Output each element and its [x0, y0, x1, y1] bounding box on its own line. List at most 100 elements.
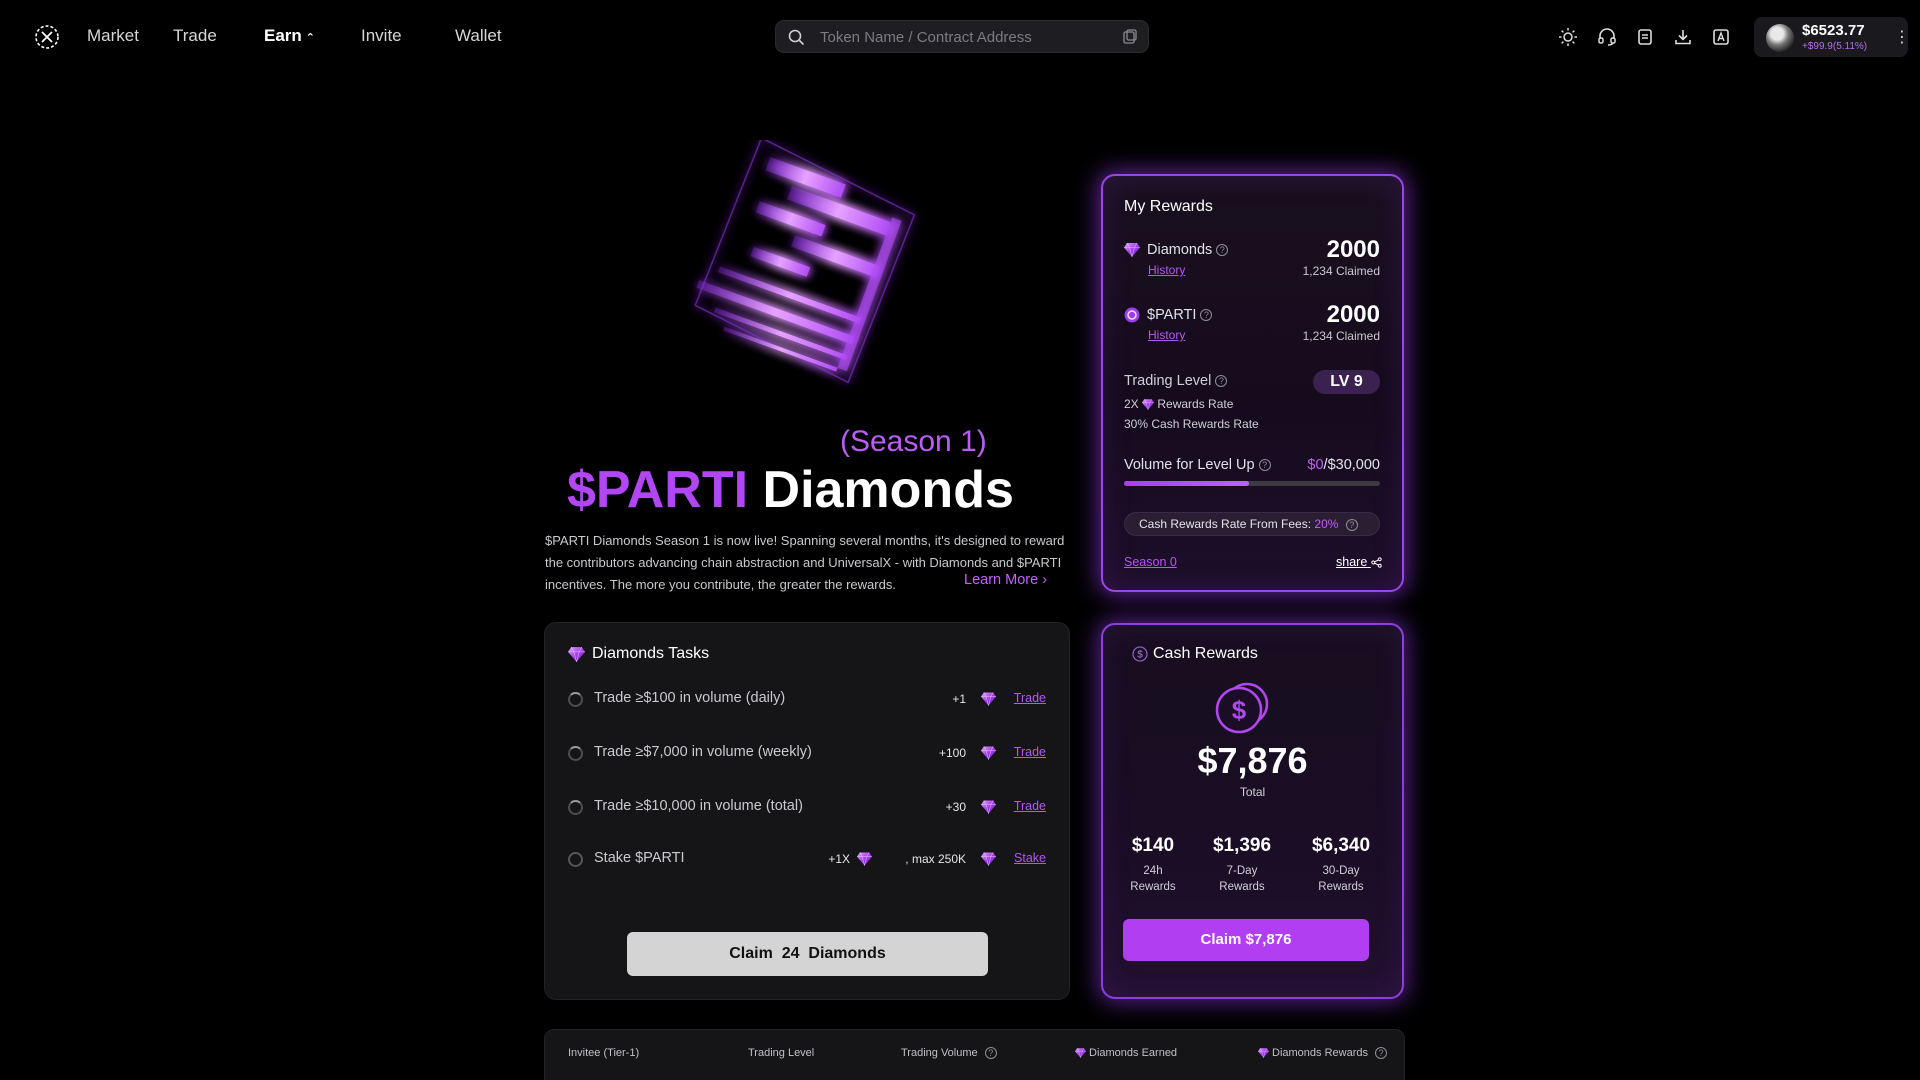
- cash-fee-value: 20%: [1314, 517, 1339, 531]
- parti-history-link[interactable]: History: [1148, 328, 1185, 342]
- task-points: +100: [938, 746, 966, 760]
- task-trade-link[interactable]: Trade: [1014, 745, 1046, 759]
- cash-stat-label-1: 30-Day: [1322, 865, 1360, 877]
- trading-level-text: Trading Level: [1124, 373, 1212, 389]
- paste-icon[interactable]: [1122, 29, 1138, 45]
- tasks-title: Diamonds Tasks: [592, 645, 710, 662]
- nav-wallet[interactable]: Wallet: [455, 26, 502, 46]
- cash-stat-label: 30-Day Rewards: [1296, 863, 1386, 895]
- diamonds-value: 2000: [1326, 236, 1380, 263]
- my-rewards-title: My Rewards: [1124, 198, 1213, 215]
- parti-claimed: 1,234 Claimed: [1302, 329, 1380, 343]
- cash-stat-label: 24h Rewards: [1108, 863, 1198, 895]
- sun-icon[interactable]: [1558, 27, 1578, 47]
- claim-prefix: Claim: [729, 945, 773, 962]
- chevron-up-icon: ⌃: [305, 32, 316, 44]
- logo-icon[interactable]: [34, 24, 60, 50]
- diamond-icon: [981, 800, 996, 814]
- share-label: share: [1336, 555, 1368, 569]
- volume-current: $0: [1307, 457, 1324, 473]
- diamond-glow-art: [694, 140, 916, 384]
- cash-rewards-rate: 30% Cash Rewards Rate: [1124, 417, 1259, 431]
- search-bar[interactable]: [775, 20, 1149, 53]
- share-link[interactable]: share: [1336, 555, 1382, 569]
- diamond-icon: [1075, 1048, 1086, 1058]
- task-status-icon: [568, 692, 583, 707]
- task-text: Trade ≥$100 in volume (daily): [594, 690, 786, 706]
- diamond-icon: [1258, 1048, 1269, 1058]
- cash-stat-24h: $140 24h Rewards: [1108, 835, 1198, 895]
- task-points: +1X: [828, 852, 850, 866]
- nav-market[interactable]: Market: [87, 26, 139, 46]
- cash-stat-label-2: Rewards: [1219, 881, 1265, 893]
- svg-text:$: $: [1137, 650, 1143, 661]
- wallet-change: +$99.9(5.11%): [1802, 41, 1868, 52]
- nav-earn[interactable]: Earn ⌃: [264, 26, 315, 46]
- learn-more-label: Learn More: [964, 572, 1039, 588]
- claim-cash-button[interactable]: Claim $7,876: [1123, 919, 1369, 961]
- dollar-coins-icon: $: [1215, 682, 1269, 734]
- diamonds-history-link[interactable]: History: [1148, 263, 1185, 277]
- level-badge: LV 9: [1313, 370, 1380, 394]
- rewards-rate-suffix: Rewards Rate: [1157, 397, 1234, 411]
- th-invitee: Invitee (Tier-1): [568, 1047, 640, 1059]
- trading-level-label: Trading Level?: [1124, 373, 1228, 389]
- chevron-right-icon: ›: [1042, 572, 1048, 588]
- task-text: Trade ≥$10,000 in volume (total): [594, 798, 803, 814]
- wallet-balance: $6523.77: [1802, 22, 1865, 39]
- th-diamonds-earned: Diamonds Earned: [1075, 1047, 1177, 1059]
- task-trade-link[interactable]: Trade: [1014, 691, 1046, 705]
- help-icon[interactable]: ?: [1345, 518, 1358, 531]
- volume-level-up-label: Volume for Level Up?: [1124, 457, 1271, 473]
- volume-value: $0/$30,000: [1270, 457, 1380, 473]
- diamond-icon: [1124, 243, 1140, 257]
- th-trading-level: Trading Level: [748, 1047, 815, 1059]
- volume-progress-bar: [1124, 481, 1380, 486]
- parti-label: $PARTI?: [1147, 307, 1213, 323]
- task-row: Trade ≥$100 in volume (daily) +1 Trade: [568, 689, 1046, 711]
- diamond-icon: [981, 852, 996, 866]
- cash-stat-label-1: 7-Day: [1226, 865, 1258, 877]
- th-diamonds-rewards-label: Diamonds Rewards: [1272, 1047, 1368, 1059]
- cash-stat-value: $140: [1131, 835, 1175, 856]
- season0-link[interactable]: Season 0: [1124, 555, 1177, 569]
- avatar: [1766, 24, 1794, 52]
- nav-invite[interactable]: Invite: [361, 26, 402, 46]
- task-text: Stake $PARTI: [594, 850, 685, 866]
- cash-stat-label-2: Rewards: [1130, 881, 1176, 893]
- parti-token-icon: [1124, 307, 1140, 323]
- task-status-icon: [568, 800, 583, 815]
- dollar-coin-icon: $: [1132, 646, 1148, 662]
- more-menu-icon[interactable]: ⋮: [1894, 27, 1910, 47]
- cash-rewards-title: Cash Rewards: [1153, 645, 1258, 662]
- volume-target: /$30,000: [1323, 457, 1380, 473]
- search-input[interactable]: [820, 27, 1090, 48]
- task-trade-link[interactable]: Trade: [1014, 799, 1046, 813]
- help-icon[interactable]: ?: [1258, 459, 1271, 472]
- claim-diamonds-button[interactable]: Claim 24 Diamonds: [627, 932, 988, 976]
- wallet-summary[interactable]: $6523.77 +$99.9(5.11%): [1754, 17, 1908, 57]
- translate-icon[interactable]: [1711, 27, 1731, 47]
- download-icon[interactable]: [1673, 27, 1693, 47]
- th-diamonds-rewards: Diamonds Rewards ?: [1258, 1047, 1388, 1060]
- diamonds-claimed: 1,234 Claimed: [1302, 264, 1380, 278]
- help-icon[interactable]: ?: [1200, 309, 1213, 322]
- headset-icon[interactable]: [1597, 27, 1617, 47]
- learn-more-link[interactable]: Learn More ›: [964, 572, 1047, 588]
- task-stake-link[interactable]: Stake: [1014, 851, 1046, 865]
- diamond-icon: [981, 746, 996, 760]
- th-diamonds-earned-label: Diamonds Earned: [1089, 1047, 1178, 1059]
- task-status-icon: [568, 746, 583, 761]
- diamond-icon: [981, 692, 996, 706]
- help-icon[interactable]: ?: [1215, 375, 1228, 388]
- nav-trade[interactable]: Trade: [173, 26, 217, 46]
- task-row: Trade ≥$10,000 in volume (total) +30 Tra…: [568, 797, 1046, 819]
- cash-stat-30d: $6,340 30-Day Rewards: [1296, 835, 1386, 895]
- document-icon[interactable]: [1635, 27, 1655, 47]
- volume-progress-fill: [1124, 481, 1250, 486]
- cash-stat-label-2: Rewards: [1318, 881, 1364, 893]
- help-icon[interactable]: ?: [1375, 1047, 1388, 1060]
- help-icon[interactable]: ?: [984, 1047, 997, 1060]
- claim-suffix: Diamonds: [808, 945, 886, 962]
- help-icon[interactable]: ?: [1216, 244, 1229, 257]
